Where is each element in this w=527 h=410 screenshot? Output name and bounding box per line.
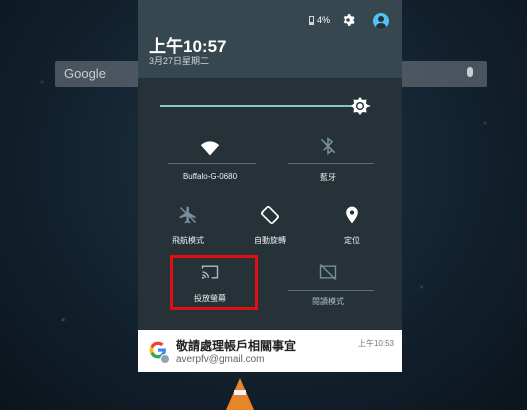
tile-bluetooth[interactable]: 藍牙 [278, 134, 378, 184]
tile-reading-mode-divider [288, 290, 374, 291]
tile-wifi-divider [168, 163, 256, 164]
bluetooth-off-icon [320, 136, 336, 156]
brightness-slider-track[interactable] [160, 105, 370, 107]
wifi-icon [200, 141, 220, 156]
tile-bluetooth-divider [288, 163, 374, 164]
settings-gear-icon[interactable] [341, 13, 355, 27]
screen-rotation-icon [261, 206, 279, 224]
tile-bluetooth-label: 藍牙 [320, 173, 336, 182]
tile-wifi[interactable]: Buffalo-G-0680 [160, 134, 260, 184]
tile-reading-mode-label: 閱讀模式 [312, 297, 344, 306]
battery-percentage: 4% [317, 15, 331, 25]
tile-reading-mode[interactable]: 閱讀模式 [278, 262, 378, 307]
user-avatar-icon[interactable] [373, 13, 389, 29]
google-search-label: Google [64, 66, 106, 81]
brightness-icon[interactable] [350, 96, 370, 116]
account-badge-icon [160, 354, 170, 364]
notification-account: averpfv@gmail.com [176, 354, 265, 365]
airplane-icon [179, 206, 197, 224]
location-pin-icon [346, 206, 358, 224]
cast-tile-highlight-box [170, 255, 258, 310]
tile-location-label: 定位 [344, 236, 360, 245]
shade-header: 上午10:57 3月27日星期二 4% [138, 0, 402, 78]
notification-title: 敬請處理帳戶相關事宜 [176, 339, 297, 353]
notification-time: 上午10:53 [357, 339, 394, 348]
battery-icon [309, 16, 314, 25]
account-notification[interactable]: 敬請處理帳戶相關事宜 averpfv@gmail.com 上午10:53 [138, 330, 402, 372]
status-date[interactable]: 3月27日星期二 [149, 54, 209, 67]
tile-location[interactable]: 定位 [302, 205, 402, 250]
microphone-icon[interactable] [467, 67, 473, 77]
reading-mode-icon [319, 264, 337, 280]
tile-wifi-label: Buffalo-G-0680 [182, 172, 238, 181]
vlc-cone-stripe [234, 390, 246, 395]
